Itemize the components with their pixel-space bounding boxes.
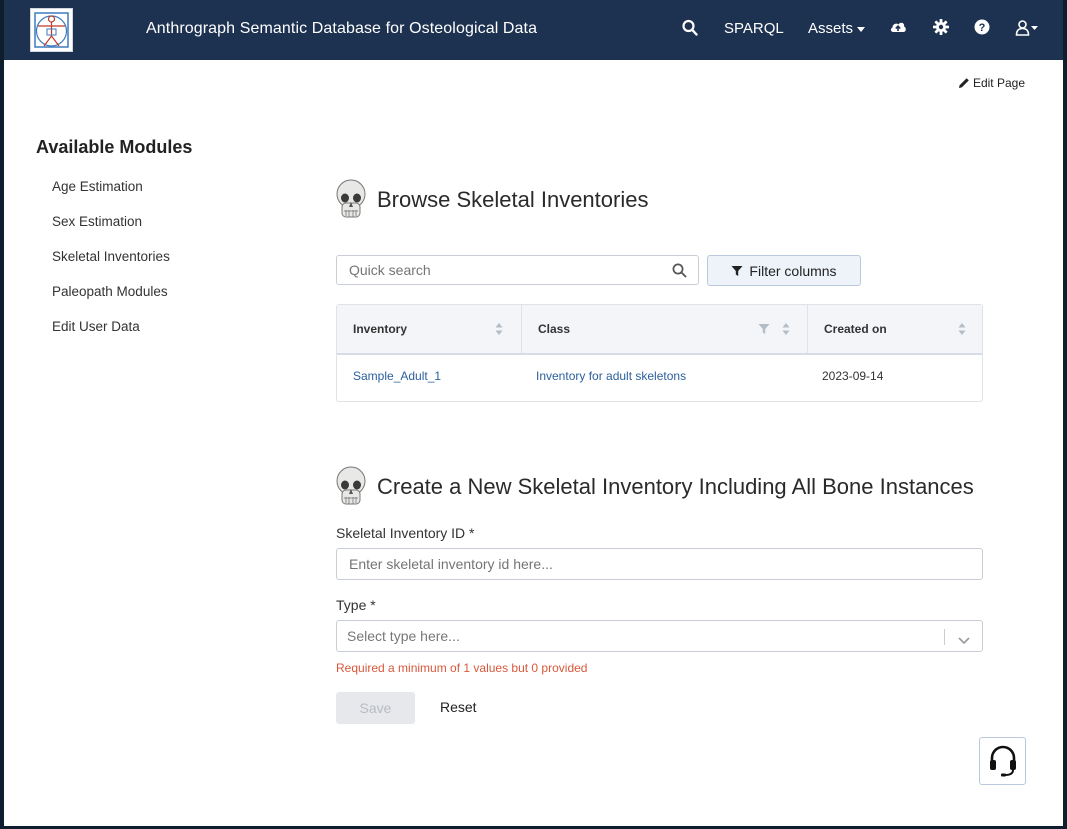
support-headset-button[interactable] [979, 737, 1026, 785]
column-header-inventory[interactable]: Inventory [337, 305, 521, 353]
filter-icon [731, 265, 743, 276]
top-navbar: Anthrograph Semantic Database for Osteol… [4, 0, 1063, 60]
svg-text:?: ? [979, 22, 986, 34]
reset-button[interactable]: Reset [440, 699, 477, 715]
inventory-id-input[interactable] [336, 548, 983, 580]
select-divider [944, 629, 945, 645]
vitruvian-logo[interactable] [30, 8, 73, 52]
create-title: Create a New Skeletal Inventory Includin… [377, 474, 974, 499]
class-cell-link[interactable]: Inventory for adult skeletons [536, 369, 686, 383]
inventory-id-label: Skeletal Inventory ID * [336, 525, 475, 541]
search-icon[interactable] [682, 19, 698, 42]
sort-icon[interactable] [958, 322, 966, 341]
create-header: Create a New Skeletal Inventory Includin… [335, 466, 974, 508]
skull-icon [336, 179, 366, 218]
filter-columns-label: Filter columns [749, 262, 837, 279]
type-select[interactable]: Select type here... [336, 620, 983, 652]
column-header-label: Class [538, 322, 571, 336]
chevron-down-icon[interactable] [958, 632, 970, 650]
user-account-icon[interactable] [1015, 19, 1039, 42]
cloud-upload-icon[interactable] [889, 19, 907, 40]
sidebar-item-paleopath-modules[interactable]: Paleopath Modules [52, 284, 170, 319]
app-title[interactable]: Anthrograph Semantic Database for Osteol… [146, 20, 537, 38]
quick-search-input[interactable] [336, 255, 699, 285]
table-header: Inventory Class Created on [337, 305, 982, 355]
headset-icon [989, 745, 1016, 777]
sort-icon[interactable] [495, 322, 503, 341]
created-on-cell: 2023-09-14 [822, 369, 884, 383]
browse-header: Browse Skeletal Inventories [335, 179, 648, 221]
type-select-placeholder: Select type here... [347, 628, 460, 644]
sort-icon[interactable] [782, 322, 790, 341]
nav-sparql[interactable]: SPARQL [724, 20, 784, 37]
column-filter-icon[interactable] [758, 322, 770, 340]
pencil-icon [958, 78, 969, 88]
type-label: Type * [336, 597, 376, 613]
sidebar-item-age-estimation[interactable]: Age Estimation [52, 179, 170, 214]
sidebar-title: Available Modules [36, 137, 193, 157]
caret-down-icon [857, 26, 866, 32]
sidebar-item-sex-estimation[interactable]: Sex Estimation [52, 214, 170, 249]
column-header-label: Inventory [353, 322, 408, 336]
module-list: Age Estimation Sex Estimation Skeletal I… [52, 179, 170, 354]
help-question-icon[interactable]: ? [974, 19, 990, 40]
validation-error: Required a minimum of 1 values but 0 pro… [336, 661, 588, 675]
edit-page-link[interactable]: Edit Page [958, 76, 1025, 90]
app-window: Anthrograph Semantic Database for Osteol… [4, 0, 1063, 826]
gear-icon[interactable] [933, 19, 949, 40]
edit-page-label: Edit Page [972, 76, 1025, 90]
skull-icon [336, 466, 366, 505]
inventory-cell-link[interactable]: Sample_Adult_1 [353, 369, 441, 383]
search-icon [672, 263, 687, 283]
column-header-label: Created on [824, 322, 887, 336]
save-button[interactable]: Save [336, 692, 415, 724]
inventory-table: Inventory Class Created on Sample_Adult_… [336, 304, 983, 402]
nav-assets-label: Assets [808, 20, 854, 37]
browse-title: Browse Skeletal Inventories [377, 187, 649, 212]
sidebar-item-edit-user-data[interactable]: Edit User Data [52, 319, 170, 354]
filter-columns-button[interactable]: Filter columns [707, 255, 861, 286]
column-header-created-on[interactable]: Created on [807, 305, 982, 353]
sidebar-item-skeletal-inventories[interactable]: Skeletal Inventories [52, 249, 170, 284]
nav-assets-dropdown[interactable]: Assets [808, 20, 866, 37]
